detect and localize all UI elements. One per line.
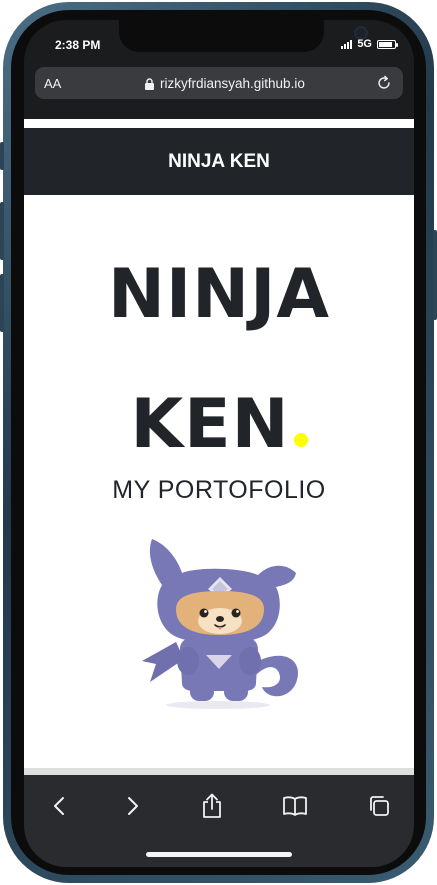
share-button[interactable] <box>199 793 225 819</box>
ninja-ken-mascot-image <box>142 539 299 709</box>
hero-subtitle: MY PORTOFOLIO <box>112 476 326 504</box>
status-time: 2:38 PM <box>55 38 101 52</box>
tabs-icon <box>370 796 389 816</box>
signal-icon <box>341 39 353 49</box>
forward-icon <box>128 797 138 815</box>
battery-icon <box>377 39 398 49</box>
bookmarks-button[interactable] <box>282 793 308 819</box>
hero-title-line-1: NINJA <box>107 255 331 334</box>
home-indicator <box>146 852 292 857</box>
back-icon <box>54 797 64 815</box>
browser-toolbar <box>24 775 414 867</box>
tabs-button[interactable] <box>366 793 392 819</box>
volume-up-button <box>0 202 4 260</box>
nav-brand[interactable]: NINJA KEN <box>168 151 270 173</box>
back-button[interactable] <box>46 793 72 819</box>
hero-title-text: KEN <box>130 385 290 464</box>
battery-level <box>379 41 392 47</box>
page-bottom-edge <box>24 768 414 775</box>
power-button <box>433 230 437 320</box>
status-indicators: 5G <box>341 38 398 50</box>
reload-icon[interactable] <box>375 74 393 92</box>
lock-icon <box>145 77 154 90</box>
volume-down-button <box>0 274 4 332</box>
text-size-button[interactable]: AA <box>44 76 61 91</box>
address-bar[interactable]: AA rizkyfrdiansyah.github.io <box>35 67 403 99</box>
phone-screen: 2:38 PM 5G AA rizkyfrdiansyah.github.io <box>24 20 414 867</box>
share-icon <box>203 793 221 818</box>
url-display[interactable]: rizkyfrdiansyah.github.io <box>144 76 305 91</box>
navbar: NINJA KEN <box>24 128 414 195</box>
accent-dot <box>293 433 308 447</box>
mute-switch <box>0 142 4 170</box>
notch <box>119 20 368 52</box>
forward-button[interactable] <box>120 793 146 819</box>
hero-title-line-2: KEN <box>24 391 414 459</box>
bookmarks-icon <box>283 796 307 816</box>
network-label: 5G <box>357 38 372 50</box>
web-page: NINJA KEN NINJA KEN MY PORTOFOLIO <box>24 119 414 775</box>
url-text: rizkyfrdiansyah.github.io <box>160 76 305 91</box>
status-bar: 2:38 PM 5G <box>24 20 414 70</box>
